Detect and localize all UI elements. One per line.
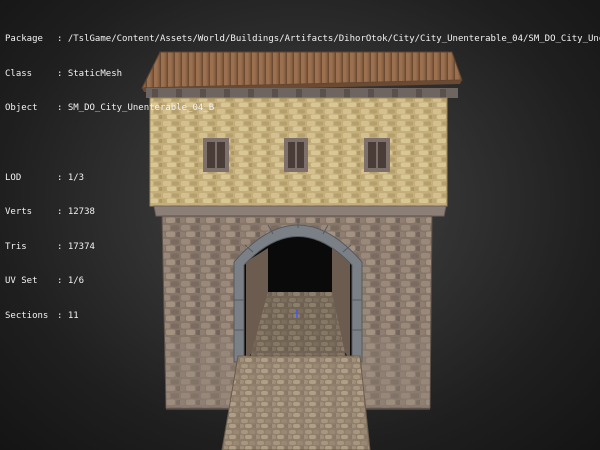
separator: :	[57, 103, 68, 113]
package-label: Package	[5, 34, 43, 44]
separator: :	[57, 34, 68, 44]
overlay-spacer	[5, 138, 600, 150]
separator: :	[57, 172, 68, 183]
sections-value: 11	[67, 310, 79, 321]
separator: :	[57, 241, 68, 252]
package-row: Package: /TslGame/Content/Assets/World/B…	[5, 34, 600, 46]
uv-set-row: UV Set: 1/6	[5, 276, 600, 288]
verts-value: 12738	[67, 207, 95, 217]
3d-viewport[interactable]: Package: /TslGame/Content/Assets/World/B…	[0, 0, 600, 450]
sections-label: Sections	[5, 310, 49, 321]
uv-set-value: 1/6	[67, 276, 85, 286]
object-row: Object: SM_DO_City_Unenterable_04_B	[5, 103, 600, 115]
separator: :	[57, 68, 68, 79]
lod-row: LOD: 1/3	[5, 173, 600, 185]
verts-row: Verts: 12738	[5, 207, 600, 219]
tris-label: Tris	[5, 241, 27, 252]
uv-set-label: UV Set	[5, 276, 38, 286]
package-value: /TslGame/Content/Assets/World/Buildings/…	[67, 34, 600, 44]
class-row: Class: StaticMesh	[5, 69, 600, 81]
class-value: StaticMesh	[67, 68, 123, 79]
object-value: SM_DO_City_Unenterable_04_B	[67, 103, 215, 113]
separator: :	[57, 310, 68, 321]
asset-info-overlay: Package: /TslGame/Content/Assets/World/B…	[5, 11, 600, 345]
lod-label: LOD	[5, 172, 22, 183]
sections-row: Sections: 11	[5, 311, 600, 323]
tris-value: 17374	[67, 241, 95, 252]
class-label: Class	[5, 68, 33, 79]
tris-row: Tris: 17374	[5, 242, 600, 254]
lod-value: 1/3	[67, 172, 85, 183]
separator: :	[57, 276, 68, 286]
verts-label: Verts	[5, 207, 33, 217]
separator: :	[57, 207, 68, 217]
object-label: Object	[5, 103, 38, 113]
